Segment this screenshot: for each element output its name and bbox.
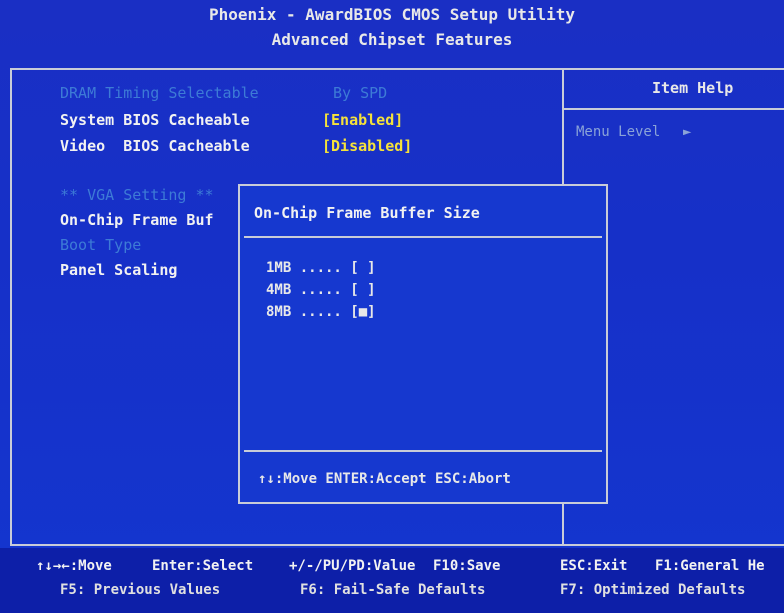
vga-section-header: ** VGA Setting ** (60, 186, 214, 204)
setting-dram-timing-label: DRAM Timing Selectable (60, 84, 259, 102)
setting-panel-scaling-label[interactable]: Panel Scaling (60, 261, 177, 279)
footer-value-hint: +/-/PU/PD:Value (289, 558, 416, 574)
setting-dram-timing-value: By SPD (333, 84, 388, 102)
footer-enter-hint: Enter:Select (152, 558, 254, 574)
menu-level-label: Menu Level (576, 124, 661, 140)
setting-boot-type-label: Boot Type (60, 236, 142, 254)
footer-failsafe-hint: F6: Fail-Safe Defaults (300, 582, 486, 598)
popup-divider-bottom (244, 450, 602, 452)
key-help-bar: ↑↓→←:Move Enter:Select +/-/PU/PD:Value F… (0, 548, 784, 613)
page-title: Advanced Chipset Features (271, 30, 513, 49)
header: Phoenix - AwardBIOS CMOS Setup Utility A… (0, 0, 784, 62)
popup-option-4mb[interactable]: 4MB ..... [ ] (266, 282, 376, 298)
footer-previous-values-hint: F5: Previous Values (60, 582, 221, 598)
bios-title: Phoenix - AwardBIOS CMOS Setup Utility (208, 5, 576, 24)
footer-help-hint: F1:General He (655, 558, 765, 574)
popup-title: On-Chip Frame Buffer Size (254, 204, 480, 222)
setting-video-bios-cacheable-label[interactable]: Video BIOS Cacheable (60, 137, 250, 155)
footer-optimized-hint: F7: Optimized Defaults (560, 582, 746, 598)
frame-buffer-size-popup: On-Chip Frame Buffer Size 1MB ..... [ ] … (238, 184, 608, 504)
footer-move-hint: ↑↓→←:Move (36, 558, 112, 574)
setting-system-bios-cacheable-label[interactable]: System BIOS Cacheable (60, 111, 250, 129)
popup-divider-top (244, 236, 602, 238)
popup-option-1mb[interactable]: 1MB ..... [ ] (266, 260, 376, 276)
setting-system-bios-cacheable-value[interactable]: [Enabled] (322, 111, 403, 129)
menu-level-arrow-icon: ► (683, 124, 692, 140)
setting-video-bios-cacheable-value[interactable]: [Disabled] (322, 137, 412, 155)
popup-key-hints: ↑↓:Move ENTER:Accept ESC:Abort (258, 471, 511, 487)
footer-exit-hint: ESC:Exit (560, 558, 628, 574)
popup-option-8mb[interactable]: 8MB ..... [■] (266, 304, 376, 320)
item-help-title: Item Help (652, 79, 734, 97)
footer-save-hint: F10:Save (433, 558, 501, 574)
help-header-divider (562, 108, 784, 110)
bios-screen: Phoenix - AwardBIOS CMOS Setup Utility A… (0, 0, 784, 613)
setting-frame-buffer-label[interactable]: On-Chip Frame Buf (60, 211, 214, 229)
